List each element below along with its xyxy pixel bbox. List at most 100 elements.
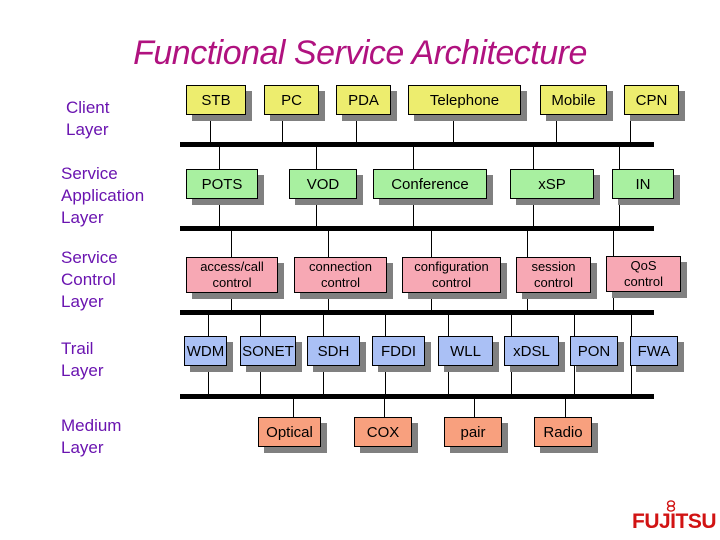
- layer-label-service-control: Service Control Layer: [61, 247, 118, 313]
- connector-line: [413, 198, 414, 227]
- layer-label-line: Layer: [61, 438, 104, 457]
- connector-line: [631, 314, 632, 338]
- node-label: CPN: [635, 91, 668, 109]
- connector-line: [527, 290, 528, 311]
- node-label: Optical: [266, 423, 313, 441]
- layer-label-service-application: Service Application Layer: [61, 163, 144, 229]
- logo-text: FUJITSU: [632, 510, 717, 533]
- node-label: WLL: [450, 342, 481, 360]
- node-cpn[interactable]: CPN: [624, 85, 679, 115]
- connector-line: [619, 198, 620, 227]
- connector-line: [474, 398, 475, 418]
- node-conference[interactable]: Conference: [373, 169, 487, 199]
- layer-label-line: Client: [66, 98, 110, 117]
- connector-line: [619, 146, 620, 170]
- connector-line: [533, 198, 534, 227]
- connector-line: [231, 230, 232, 258]
- node-label-line: control: [623, 274, 664, 289]
- bus-application-control: [180, 226, 654, 231]
- connector-line: [328, 290, 329, 311]
- node-label-line: control: [212, 275, 252, 290]
- node-pon[interactable]: PON: [570, 336, 618, 366]
- node-label: WDM: [186, 342, 225, 360]
- node-cox[interactable]: COX: [354, 417, 412, 447]
- node-label-line: access/call: [200, 259, 264, 274]
- connector-line: [316, 198, 317, 227]
- node-radio[interactable]: Radio: [534, 417, 592, 447]
- connector-line: [511, 314, 512, 338]
- connector-line: [384, 398, 385, 418]
- node-label: PC: [281, 91, 302, 109]
- connector-line: [448, 314, 449, 338]
- layer-label-trail: Trail Layer: [61, 338, 104, 382]
- connector-line: [316, 146, 317, 170]
- layer-label-line: Service: [61, 248, 118, 267]
- node-label: POTS: [201, 175, 243, 193]
- node-label: VOD: [306, 175, 340, 193]
- connector-line: [385, 314, 386, 338]
- node-stb[interactable]: STB: [186, 85, 246, 115]
- connector-line: [208, 314, 209, 338]
- node-access-call-control[interactable]: access/call control: [186, 257, 278, 293]
- connector-line: [356, 115, 357, 143]
- node-label-line: control: [431, 275, 471, 290]
- node-label-line: control: [533, 275, 573, 290]
- node-in[interactable]: IN: [612, 169, 674, 199]
- connector-line: [282, 115, 283, 143]
- connector-line: [219, 146, 220, 170]
- node-pda[interactable]: PDA: [336, 85, 391, 115]
- layer-label-line: Layer: [66, 120, 109, 139]
- connector-line: [260, 366, 261, 395]
- node-vod[interactable]: VOD: [289, 169, 357, 199]
- node-fwa[interactable]: FWA: [630, 336, 678, 366]
- node-pots[interactable]: POTS: [186, 169, 258, 199]
- node-mobile[interactable]: Mobile: [540, 85, 607, 115]
- node-sdh[interactable]: SDH: [307, 336, 360, 366]
- connector-line: [511, 366, 512, 395]
- connector-line: [219, 198, 220, 227]
- node-optical[interactable]: Optical: [258, 417, 321, 447]
- node-label-line: session: [531, 259, 576, 274]
- connector-line: [448, 366, 449, 395]
- node-label: SONET: [242, 342, 294, 360]
- layer-label-client: Client Layer: [66, 97, 109, 141]
- connector-line: [260, 314, 261, 338]
- node-label: IN: [635, 175, 651, 193]
- node-label-line: configuration: [414, 259, 489, 274]
- node-wll[interactable]: WLL: [438, 336, 493, 366]
- node-telephone[interactable]: Telephone: [408, 85, 521, 115]
- connector-line: [431, 290, 432, 311]
- node-session-control[interactable]: session control: [516, 257, 591, 293]
- connector-line: [208, 366, 209, 395]
- node-pc[interactable]: PC: [264, 85, 319, 115]
- node-connection-control[interactable]: connection control: [294, 257, 387, 293]
- node-label: STB: [201, 91, 231, 109]
- node-configuration-control[interactable]: configuration control: [402, 257, 501, 293]
- layer-label-line: Trail: [61, 339, 94, 358]
- connector-line: [613, 230, 614, 258]
- node-label: COX: [366, 423, 400, 441]
- node-wdm[interactable]: WDM: [184, 336, 227, 366]
- node-label-line: control: [320, 275, 360, 290]
- node-qos-control[interactable]: QoS control: [606, 256, 681, 292]
- connector-line: [231, 290, 232, 311]
- node-label: FWA: [637, 342, 671, 360]
- node-label: SDH: [317, 342, 350, 360]
- diagram-title: Functional Service Architecture: [133, 34, 587, 72]
- node-label: Telephone: [429, 91, 500, 109]
- node-label: Radio: [543, 423, 583, 441]
- node-label: FDDI: [381, 342, 416, 360]
- connector-line: [385, 366, 386, 395]
- node-fddi[interactable]: FDDI: [372, 336, 425, 366]
- connector-line: [527, 230, 528, 258]
- node-label: PON: [577, 342, 611, 360]
- connector-line: [613, 290, 614, 311]
- node-label: PDA: [348, 91, 379, 109]
- bus-trail-medium: [180, 394, 654, 399]
- node-label: pair: [460, 423, 486, 441]
- layer-label-line: Layer: [61, 292, 104, 311]
- node-xdsl[interactable]: xDSL: [504, 336, 559, 366]
- node-sonet[interactable]: SONET: [240, 336, 296, 366]
- node-pair[interactable]: pair: [444, 417, 502, 447]
- node-xsp[interactable]: xSP: [510, 169, 594, 199]
